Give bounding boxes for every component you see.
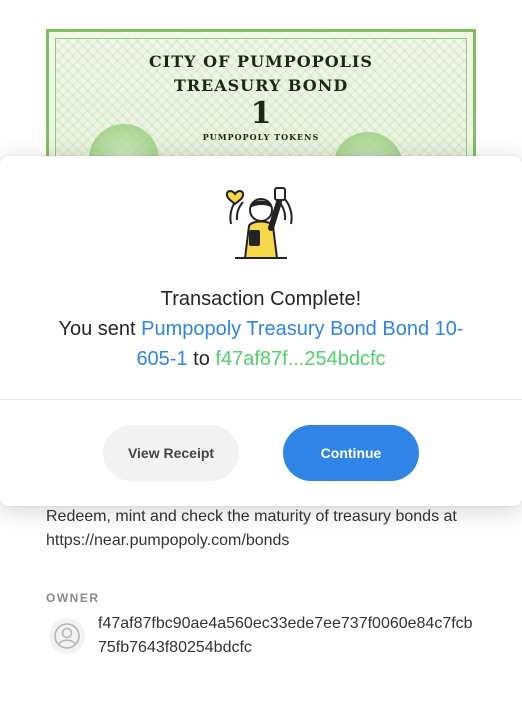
modal-title: Transaction Complete! xyxy=(160,288,362,310)
to-word: to xyxy=(193,348,210,370)
modal-divider xyxy=(0,399,522,400)
view-receipt-button[interactable]: View Receipt xyxy=(103,425,239,481)
continue-button[interactable]: Continue xyxy=(283,425,419,481)
transaction-complete-modal: Transaction Complete! You sent Pumpopoly… xyxy=(0,156,522,506)
sent-prefix: You sent xyxy=(58,318,136,340)
transaction-message: You sent Pumpopoly Treasury Bond Bond 10… xyxy=(40,314,482,374)
celebrating-person-illustration xyxy=(221,180,301,260)
recipient-account: f47af87f...254bdcfc xyxy=(215,348,386,370)
